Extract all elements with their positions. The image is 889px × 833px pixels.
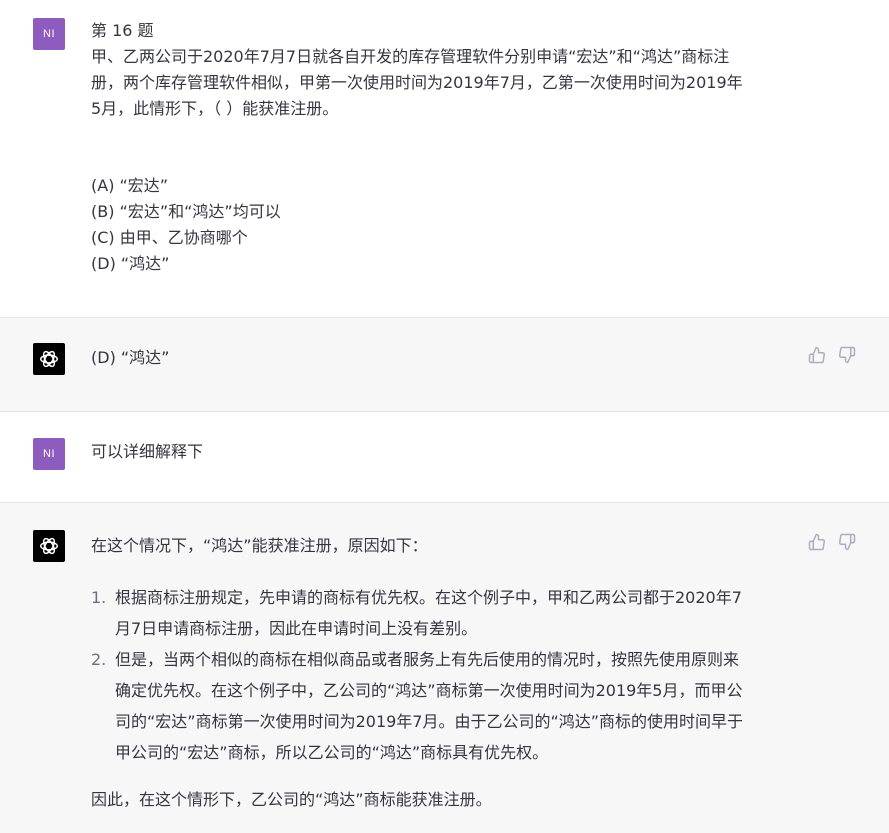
feedback-buttons [808, 346, 856, 364]
assistant-avatar [33, 530, 65, 562]
thumbs-up-icon[interactable] [808, 533, 826, 551]
question-line: 甲、乙两公司于2020年7月7日就各自开发的库存管理软件分别申请“宏达”和“鸿达… [91, 47, 730, 66]
assistant-message-answer: (D) “鸿达” [0, 317, 889, 412]
reason-line: 确定优先权。在这个例子中，乙公司的“鸿达”商标第一次使用时间为2019年5月，而… [115, 681, 743, 700]
question-title: 第 16 题 [91, 21, 154, 40]
option-d: (D) “鸿达” [91, 254, 170, 273]
user-avatar: NI [33, 438, 65, 470]
user-avatar: NI [33, 18, 65, 50]
reason-line: 但是，当两个相似的商标在相似商品或者服务上有先后使用的情况时，按照先使用原则来 [115, 650, 740, 669]
user-message-followup: NI 可以详细解释下 [0, 412, 889, 503]
reason-line: 司的“宏达”商标第一次使用时间为2019年7月。由于乙公司的“鸿达”商标的使用时… [115, 712, 744, 731]
conclusion-line: 因此，在这个情形下，乙公司的“鸿达”商标能获准注册。 [91, 790, 492, 809]
answer-text: (D) “鸿达” [91, 345, 169, 371]
followup-line: 可以详细解释下 [91, 442, 204, 461]
option-a: (A) “宏达” [91, 176, 169, 195]
followup-text: 可以详细解释下 [91, 439, 203, 465]
question-options: (A) “宏达” (B) “宏达”和“鸿达”均可以 (C) 由甲、乙协商哪个 (… [91, 173, 281, 277]
openai-logo-icon [40, 350, 58, 368]
assistant-avatar [33, 343, 65, 375]
assistant-message-explanation: 在这个情况下，“鸿达”能获准注册，原因如下： 1. 根据商标注册规定，先申请的商… [0, 502, 889, 833]
thumbs-down-icon[interactable] [838, 346, 856, 364]
feedback-buttons [808, 533, 856, 551]
reason-list: 1. 根据商标注册规定，先申请的商标有优先权。在这个例子中，甲和乙两公司都于20… [91, 582, 743, 768]
question-line: 册，两个库存管理软件相似，甲第一次使用时间为2019年7月，乙第一次使用时间为2… [91, 73, 743, 92]
question-line: 5月，此情形下，（ ）能获准注册。 [91, 99, 339, 118]
explanation-conclusion: 因此，在这个情形下，乙公司的“鸿达”商标能获准注册。 [91, 787, 492, 813]
reason-line: 月7日申请商标注册，因此在申请时间上没有差别。 [115, 619, 478, 638]
user-avatar-initials: NI [43, 448, 55, 460]
reason-item: 1. 根据商标注册规定，先申请的商标有优先权。在这个例子中，甲和乙两公司都于20… [91, 582, 743, 644]
question-text: 第 16 题 甲、乙两公司于2020年7月7日就各自开发的库存管理软件分别申请“… [91, 18, 743, 122]
reason-line: 根据商标注册规定，先申请的商标有优先权。在这个例子中，甲和乙两公司都于2020年… [115, 588, 742, 607]
user-message-question: NI 第 16 题 甲、乙两公司于2020年7月7日就各自开发的库存管理软件分别… [0, 0, 889, 318]
intro-line: 在这个情况下，“鸿达”能获准注册，原因如下： [91, 536, 428, 555]
user-avatar-initials: NI [43, 28, 55, 40]
reason-item: 2. 但是，当两个相似的商标在相似商品或者服务上有先后使用的情况时，按照先使用原… [91, 644, 743, 768]
explanation-intro: 在这个情况下，“鸿达”能获准注册，原因如下： [91, 533, 428, 559]
thumbs-up-icon[interactable] [808, 346, 826, 364]
option-c: (C) 由甲、乙协商哪个 [91, 228, 248, 247]
thumbs-down-icon[interactable] [838, 533, 856, 551]
openai-logo-icon [40, 537, 58, 555]
reason-line: 甲公司的“宏达”商标，所以乙公司的“鸿达”商标具有优先权。 [115, 743, 549, 762]
answer-line: (D) “鸿达” [91, 348, 170, 367]
reason-number: 1. [91, 588, 107, 607]
reason-number: 2. [91, 650, 107, 669]
option-b: (B) “宏达”和“鸿达”均可以 [91, 202, 281, 221]
